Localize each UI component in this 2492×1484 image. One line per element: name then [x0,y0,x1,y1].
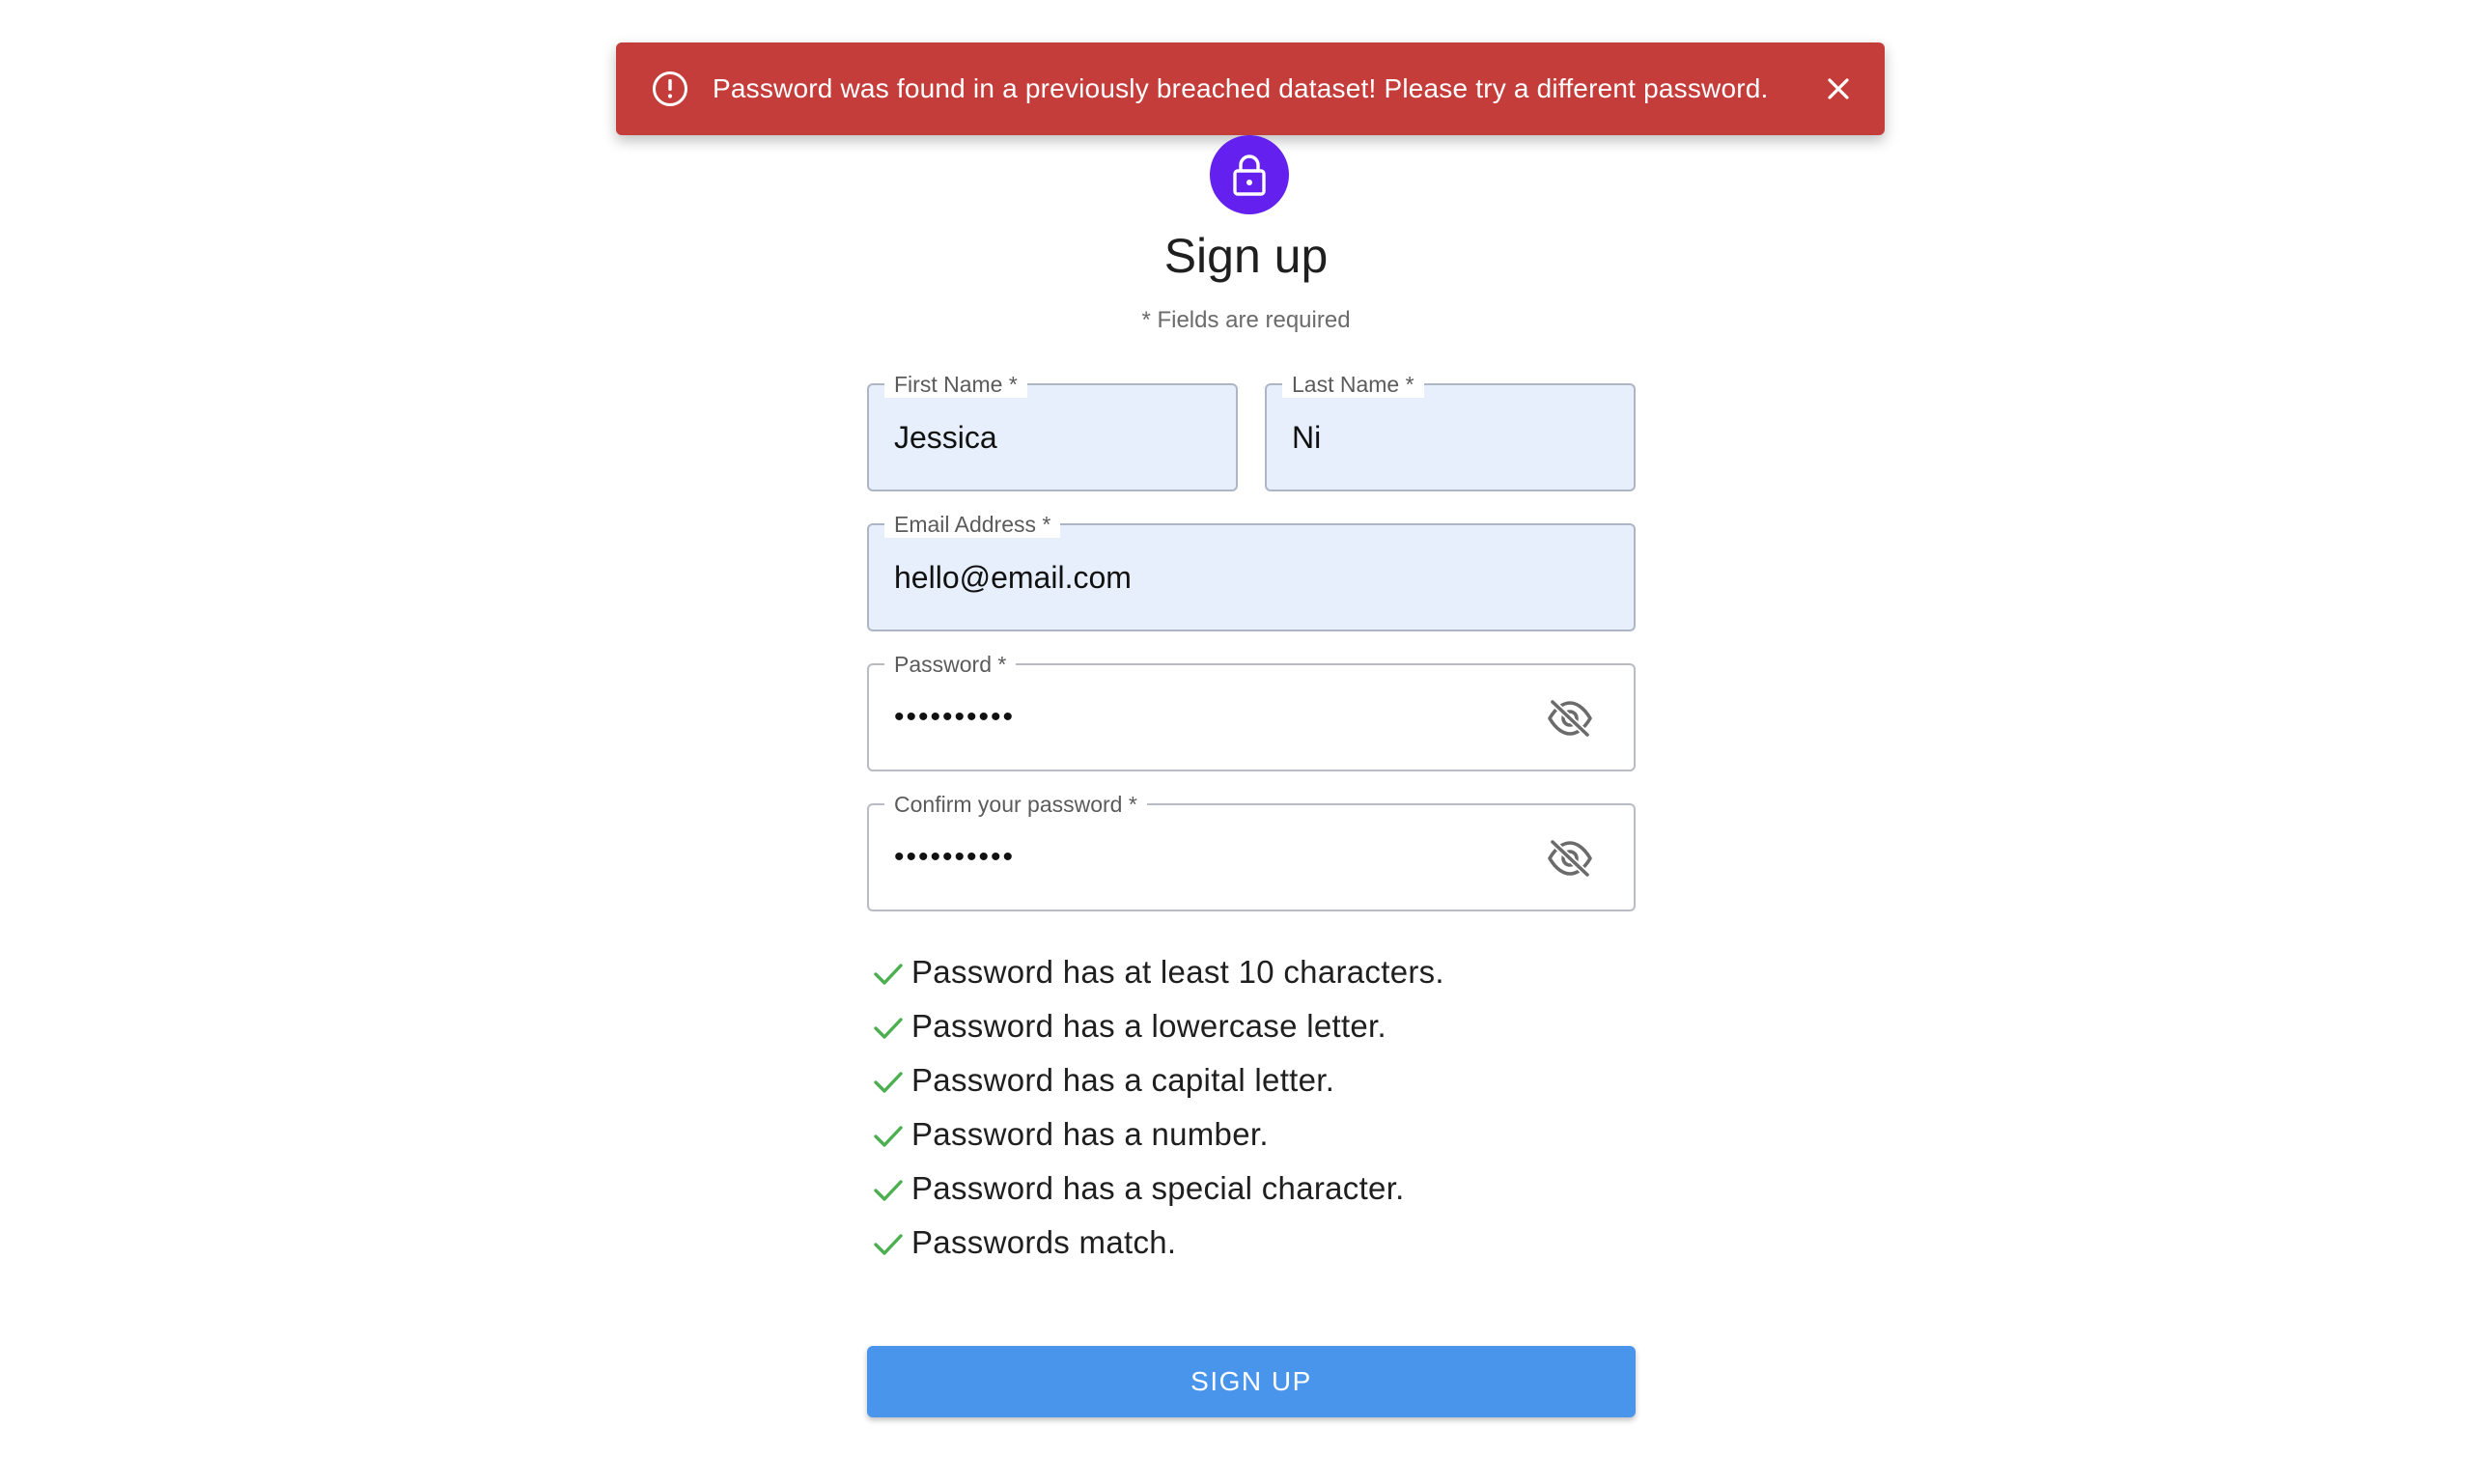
check-icon [874,1126,903,1147]
requirement-text: Password has a lowercase letter. [911,1008,1386,1044]
check-icon [874,964,903,985]
first-name-field[interactable]: First Name * Jessica [867,371,1238,491]
requirement-text: Password has a number. [911,1116,1269,1152]
requirement-text: Password has a special character. [911,1170,1405,1206]
lock-icon [1233,154,1266,196]
sign-up-button[interactable]: SIGN UP [867,1346,1636,1417]
eye-off-icon[interactable] [1547,838,1593,879]
close-icon[interactable] [1819,70,1858,108]
email-field[interactable]: Email Address * hello@email.com [867,511,1636,631]
alert-message: Password was found in a previously breac… [713,73,1769,103]
confirm-password-field[interactable]: Confirm your password * •••••••••• [867,791,1636,911]
error-outline-icon [653,71,687,106]
eye-off-icon[interactable] [1547,698,1593,739]
requirement-text: Password has a capital letter. [911,1062,1335,1098]
breach-alert: Password was found in a previously breac… [616,42,1885,135]
check-icon [874,1180,903,1201]
email-value: hello@email.com [894,560,1132,595]
required-note: * Fields are required [1141,307,1351,333]
check-icon [874,1234,903,1255]
last-name-field[interactable]: Last Name * Ni [1265,371,1636,491]
check-icon [874,1072,903,1093]
first-name-value: Jessica [894,420,997,455]
page-title: Sign up [1163,229,1329,283]
check-icon [874,1018,903,1039]
password-field[interactable]: Password * •••••••••• [867,651,1636,771]
requirement-text: Passwords match. [911,1224,1177,1260]
password-value: •••••••••• [894,701,1016,733]
confirm-password-value: •••••••••• [894,841,1016,873]
last-name-value: Ni [1292,420,1322,455]
avatar [1210,135,1289,214]
requirement-text: Password has at least 10 characters. [911,954,1444,990]
